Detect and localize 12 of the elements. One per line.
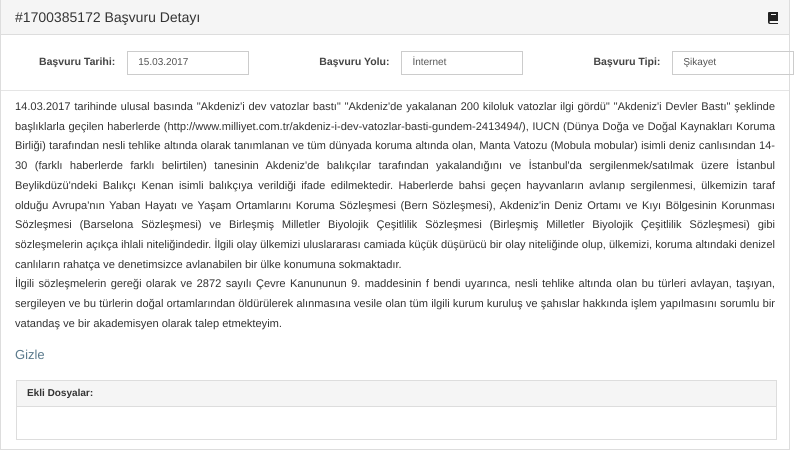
field-label: Başvuru Tarihi: — [39, 54, 116, 70]
description-paragraph: 14.03.2017 tarihinde ulusal basında "Akdeniz'i dev vatozlar bastı" "Akdeniz'de yakalanan 200 kiloluk vatozlar ilgi gördü" "Akdeniz'i Devler Bastı" şeklinde başlıklarla geçilen haberlerde (http://www.milliyet.com.tr/akdeniz-i-dev-vatozlar-basti-gundem-2413494/), IUCN (Dünya Doğa ve Doğal Kaynakları Koruma Birliği) tarafından nesli tehlike altında olarak tanımlanan ve tüm dünyada koruma altında olan, Manta Vatozu (Mobula mobular) isimli deniz canlısından 14-30 (farklı haberlerde farklı belirtilen) tanesinin Akdeniz'de balıkçılar tarafından yakalandığını ve İstanbul'da sergilenmek/satılmak üzere İstanbul Beylikdüzü'ndeki Balıkçı Kenan isimli balıkçıya verildiği ifade edilmektedir. Haberlerde bahsi geçen hayvanların avlanıp sergilenmesi, ülkemizin taraf olduğu Avrupa'nın Yaban Hayatı ve Yaşam Ortamlarını Koruma Sözleşmesi (Bern Sözleşmesi), Akdeniz'in Deniz Ortamı ve Kıyı Bölgesinin Korunması Sözleşmesi (Barselona Sözleşmesi) ve Birleşmiş Milletler Biyolojik Çeşitlilik Sözleşmesi (Birleşmiş Milletler Biyolojik Çeşitlilik Sözleşmesi) gibi sözleşmelerin açıkça ihlali niteliğindedir. İlgili olay ülkemizi uluslararası camiada küçük düşürücü bir olay niteliğinde olup, ülkemizi, koruma altındaki denizel canlıların rahatça ve denetimsizce avlanabilen bir ülke konumuna sokmaktadır. — [15, 100, 775, 273]
hide-link[interactable]: Gizle — [15, 345, 45, 365]
input-field[interactable]: Şikayet — [672, 50, 794, 74]
input-field[interactable]: 15.03.2017 — [127, 50, 250, 74]
field-label: Başvuru Tipi: — [593, 54, 660, 70]
panel-title: #1700385172 Başvuru Detayı — [15, 8, 200, 27]
input-field[interactable]: İnternet — [401, 50, 524, 74]
field-label: Başvuru Yolu: — [319, 54, 390, 70]
book-icon[interactable] — [767, 10, 779, 24]
attachments-title: Ekli Dosyalar: — [27, 387, 94, 402]
description-paragraph: İlgili sözleşmelerin gereği olarak ve 2872 sayılı Çevre Kanununun 9. maddesinin f bendi uyarınca, nesli tehlike altında olan bu türleri avlayan, taşıyan, sergileyen ve bu türlerin doğal ortamlarından öldürülerek alınmasına vesile olan tüm ilgili kurum kuruluş ve şahıslar hakkında işlem yapılmasını sorumlu bir vatandaş ve bir akademisyen olarak talep etmekteyim. — [15, 276, 775, 332]
